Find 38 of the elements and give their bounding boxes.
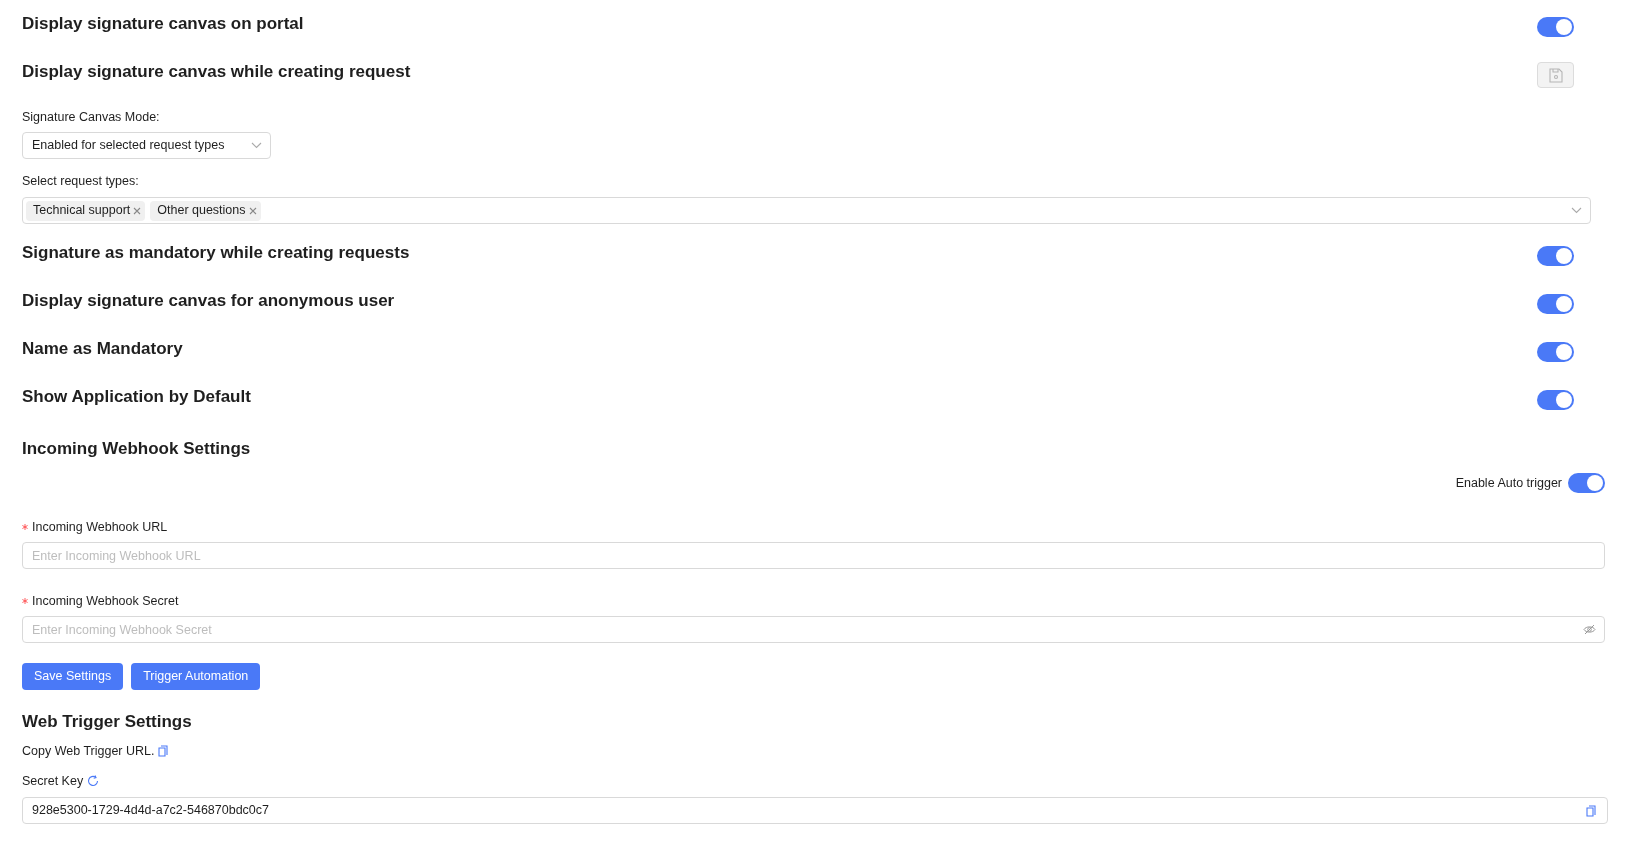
setting-title: Show Application by Default [22,386,251,408]
input-field[interactable]: Enter Incoming Webhook URL [22,542,1605,569]
tag-label: Other questions [157,202,246,220]
action-button[interactable]: Trigger Automation [131,663,261,690]
setting-title: Display signature canvas on portal [22,13,304,35]
toggle-switch[interactable] [1537,246,1574,266]
request-types-select[interactable]: Technical support Other questions [22,197,1591,224]
copy-icon[interactable] [158,745,169,757]
section-title: Web Trigger Settings [22,711,192,733]
section-title: Incoming Webhook Settings [22,438,251,460]
toggle-switch[interactable] [1568,473,1605,493]
mode-select[interactable]: Enabled for selected request types [22,132,271,159]
action-button[interactable]: Save Settings [22,663,124,690]
field-label: Incoming Webhook Secret [32,592,179,610]
toggle-switch[interactable] [1537,294,1574,314]
setting-title: Display signature canvas while creating request [22,61,411,83]
toggle-switch[interactable] [1537,17,1574,37]
toggle-switch[interactable] [1537,342,1574,362]
eye-slash-icon[interactable] [1583,624,1596,635]
copy-url-label: Copy Web Trigger URL. [22,742,155,760]
secret-key-label: Secret Key [22,772,84,790]
field-label: Signature Canvas Mode: [22,109,160,126]
field-label: Incoming Webhook URL [32,518,168,536]
chevron-down-icon [251,142,262,149]
close-icon[interactable] [133,206,142,215]
chevron-down-icon [1571,207,1582,214]
field-label: Select request types: [22,173,139,190]
tag-label: Technical support [33,202,131,220]
setting-title: Signature as mandatory while creating requests [22,242,410,264]
refresh-icon[interactable] [87,775,100,787]
copy-icon[interactable] [1586,804,1596,817]
input-field[interactable]: Enter Incoming Webhook Secret [22,616,1605,643]
setting-title: Name as Mandatory [22,338,183,360]
toggle-label: Enable Auto trigger [1455,474,1562,492]
secret-key-field[interactable]: 928e5300-1729-4d4d-a7c2-546870bdc0c7 [22,797,1608,824]
toggle-switch[interactable] [1537,390,1574,410]
close-icon[interactable] [248,206,257,215]
setting-title: Display signature canvas for anonymous user [22,290,395,312]
